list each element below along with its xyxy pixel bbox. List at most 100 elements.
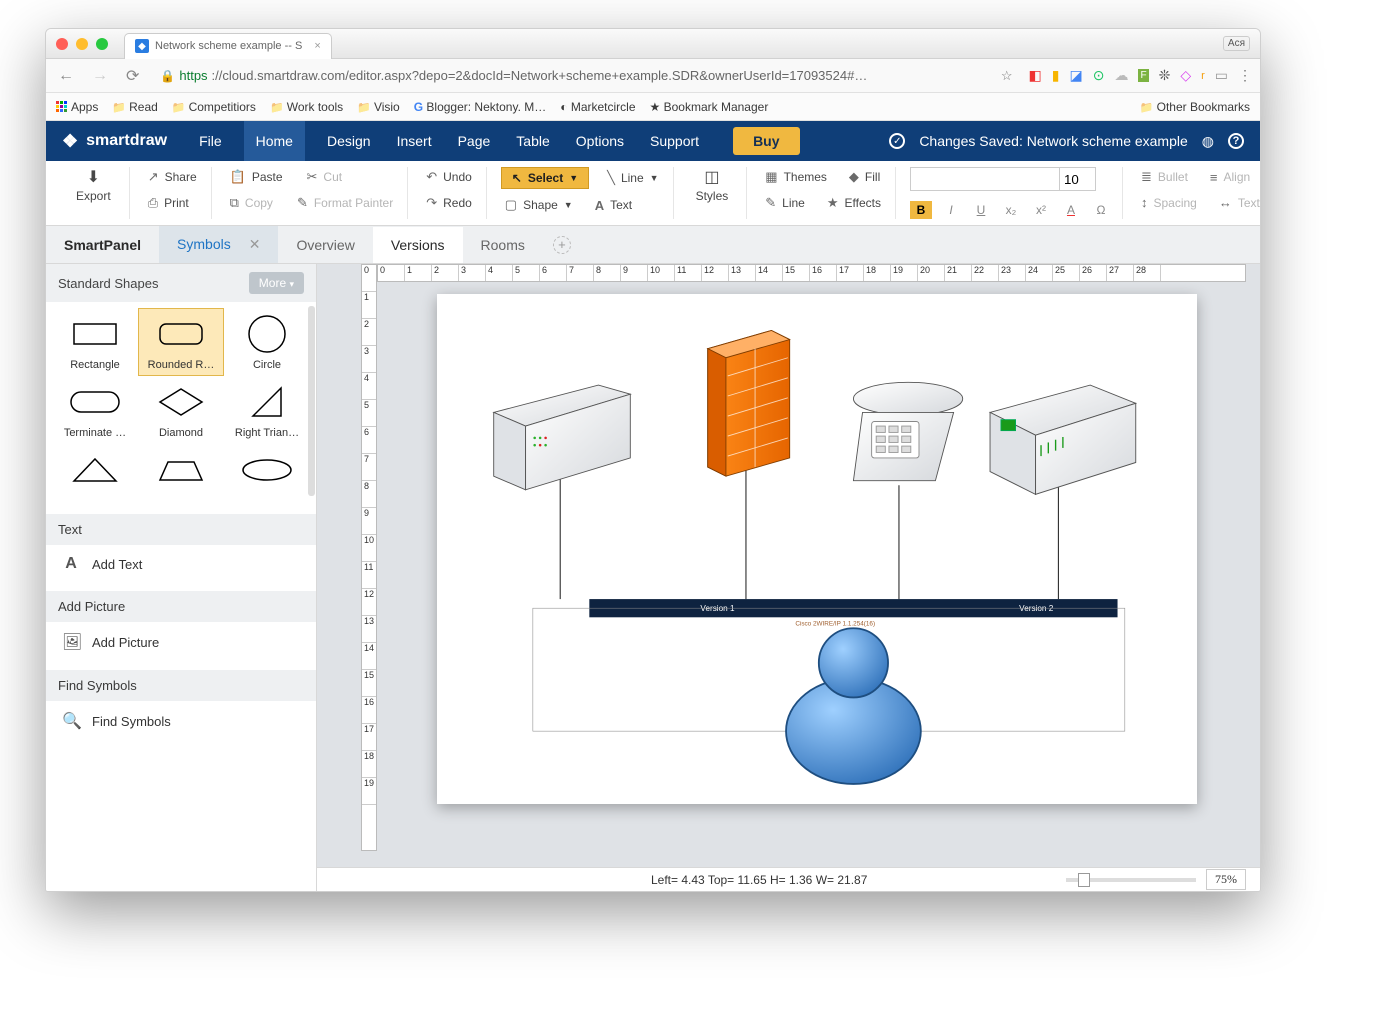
router-icon[interactable] [990, 385, 1136, 494]
profile-badge[interactable]: Ася [1223, 36, 1250, 51]
extension-icon[interactable]: ▭ [1215, 67, 1228, 84]
format-painter-button[interactable]: ✎Format Painter [293, 193, 397, 213]
bold-button[interactable]: B [910, 201, 932, 219]
person-icon[interactable] [786, 628, 921, 784]
line-style-button[interactable]: ✎Line [761, 193, 809, 213]
close-icon[interactable]: × [314, 40, 320, 52]
drawing-paper[interactable]: Version 1 Version 2 Cisco 2WIRE/IP 1.1.2… [437, 294, 1197, 804]
bookmark-folder[interactable]: Read [112, 100, 157, 114]
other-bookmarks[interactable]: Other Bookmarks [1140, 100, 1250, 114]
bookmark-link[interactable]: ◐ Marketcircle [560, 100, 635, 114]
firewall-icon[interactable] [708, 330, 790, 476]
phone-icon[interactable] [853, 382, 962, 480]
help-icon[interactable]: ? [1228, 133, 1244, 149]
bookmark-star-icon[interactable]: ☆ [1001, 68, 1013, 84]
tab-overview[interactable]: Overview [278, 227, 372, 263]
window-zoom[interactable] [96, 38, 108, 50]
menu-design[interactable]: Design [323, 121, 375, 161]
menu-options[interactable]: Options [572, 121, 628, 161]
themes-button[interactable]: ▦Themes [761, 167, 831, 187]
shape-rectangle[interactable]: Rectangle [52, 308, 138, 376]
tab-rooms[interactable]: Rooms [463, 227, 543, 263]
address-bar[interactable]: 🔒 https ://cloud.smartdraw.com/editor.as… [153, 65, 984, 86]
bookmark-folder[interactable]: Competitiors [172, 100, 256, 114]
zoom-value[interactable]: 75% [1206, 869, 1246, 890]
styles-button[interactable]: ◫Styles [688, 167, 737, 203]
back-button[interactable]: ← [54, 67, 78, 85]
paste-button[interactable]: 📋Paste [226, 167, 287, 187]
tab-smartpanel[interactable]: SmartPanel [46, 227, 159, 263]
bookmark-folder[interactable]: Work tools [270, 100, 343, 114]
extension-icon[interactable]: ◇ [1180, 67, 1191, 84]
window-close[interactable] [56, 38, 68, 50]
more-button[interactable]: More ▾ [249, 272, 304, 294]
text-direction-button[interactable]: ↔Text Directio [1215, 193, 1261, 212]
shape-terminator[interactable]: Terminate … [52, 376, 138, 444]
extension-icon[interactable]: ◪ [1070, 67, 1083, 84]
find-symbols-button[interactable]: 🔍Find Symbols [46, 701, 316, 741]
font-size-input[interactable] [1060, 167, 1096, 191]
underline-button[interactable]: U [970, 203, 992, 217]
chrome-menu-icon[interactable]: ⋮ [1238, 67, 1252, 84]
shape-ellipse[interactable] [224, 444, 310, 500]
smartdraw-logo[interactable]: ❖ smartdraw [62, 131, 167, 152]
add-tab-button[interactable]: + [553, 236, 571, 254]
scrollbar[interactable] [308, 306, 315, 496]
extension-icon[interactable]: ❊ [1159, 67, 1171, 84]
line-tool[interactable]: ╲Line ▼ [603, 168, 662, 188]
select-tool[interactable]: ↖Select▼ [501, 167, 589, 189]
network-switch-icon[interactable] [494, 385, 631, 490]
extension-icon[interactable]: ⊙ [1093, 67, 1105, 84]
print-button[interactable]: ⎙Print [144, 193, 201, 213]
copy-button[interactable]: ⧉Copy [226, 193, 277, 213]
extension-icon[interactable]: r [1201, 70, 1205, 82]
menu-page[interactable]: Page [454, 121, 495, 161]
undo-button[interactable]: ↶Undo [422, 167, 476, 187]
bookmark-link[interactable]: ★ Bookmark Manager [650, 100, 769, 114]
bookmark-folder[interactable]: Visio [357, 100, 400, 114]
spacing-button[interactable]: ↕Spacing [1137, 193, 1201, 212]
extension-icon[interactable]: ☁ [1114, 67, 1128, 84]
tab-symbols[interactable]: Symbols✕ [159, 226, 278, 263]
font-family-input[interactable] [910, 167, 1060, 191]
redo-button[interactable]: ↷Redo [422, 193, 476, 213]
menu-table[interactable]: Table [512, 121, 553, 161]
italic-button[interactable]: I [940, 203, 962, 217]
menu-file[interactable]: File [195, 121, 226, 161]
apps-shortcut[interactable]: Apps [56, 100, 98, 114]
subscript-button[interactable]: x₂ [1000, 203, 1022, 217]
browser-tab[interactable]: ◆ Network scheme example -- S × [124, 33, 332, 59]
fill-button[interactable]: ◆Fill [845, 167, 884, 187]
menu-insert[interactable]: Insert [393, 121, 436, 161]
share-button[interactable]: ↗Share [144, 167, 201, 187]
superscript-button[interactable]: x² [1030, 203, 1052, 217]
bullet-button[interactable]: ≣Bullet [1137, 167, 1192, 187]
menu-home[interactable]: Home [244, 121, 305, 161]
extension-icon[interactable]: ▮ [1052, 67, 1060, 84]
export-button[interactable]: ⬇Export [68, 167, 119, 203]
buy-button[interactable]: Buy [733, 127, 799, 155]
tab-versions[interactable]: Versions [373, 227, 463, 263]
reload-button[interactable]: ⟳ [122, 66, 143, 86]
window-minimize[interactable] [76, 38, 88, 50]
effects-button[interactable]: ★Effects [823, 193, 885, 213]
add-text-button[interactable]: AAdd Text [46, 545, 316, 583]
close-icon[interactable]: ✕ [249, 236, 261, 252]
extension-icon[interactable]: F [1138, 69, 1148, 82]
canvas-area[interactable]: 012345678910111213141516171819 012345678… [317, 264, 1260, 891]
shape-tool[interactable]: ▢Shape ▼ [501, 195, 577, 215]
shape-trapezoid[interactable] [138, 444, 224, 500]
font-color-button[interactable]: A [1060, 203, 1082, 217]
cut-button[interactable]: ✂Cut [303, 167, 347, 187]
text-tool[interactable]: AText [591, 195, 636, 215]
shape-triangle[interactable] [52, 444, 138, 500]
notifications-icon[interactable]: ◍ [1202, 133, 1214, 150]
shape-diamond[interactable]: Diamond [138, 376, 224, 444]
forward-button[interactable]: → [88, 67, 112, 85]
add-picture-button[interactable]: 🖼Add Picture [46, 622, 316, 662]
menu-support[interactable]: Support [646, 121, 703, 161]
omega-button[interactable]: Ω [1090, 203, 1112, 217]
shape-right-triangle[interactable]: Right Trian… [224, 376, 310, 444]
extension-icon[interactable]: ◧ [1029, 67, 1042, 84]
bookmark-link[interactable]: G Blogger: Nektony. M… [414, 100, 547, 114]
